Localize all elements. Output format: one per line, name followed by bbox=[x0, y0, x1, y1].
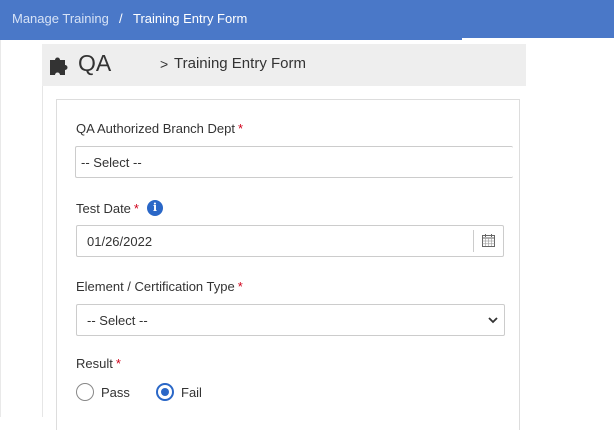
test-date-label: Test Date * bbox=[76, 201, 139, 216]
branch-dept-label: QA Authorized Branch Dept * bbox=[76, 121, 243, 136]
certification-type-selected-value: -- Select -- bbox=[87, 313, 148, 328]
required-marker: * bbox=[133, 201, 139, 216]
required-marker: * bbox=[237, 279, 243, 294]
branch-dept-selected-value: -- Select -- bbox=[81, 155, 142, 170]
required-marker: * bbox=[115, 356, 121, 371]
topbar-divider bbox=[462, 38, 614, 40]
certification-type-label-text: Element / Certification Type bbox=[76, 279, 235, 294]
header-separator: > bbox=[160, 56, 169, 72]
date-input-divider bbox=[473, 230, 474, 252]
breadcrumb-current-page: Training Entry Form bbox=[133, 11, 248, 26]
puzzle-icon bbox=[50, 57, 68, 75]
branch-dept-label-text: QA Authorized Branch Dept bbox=[76, 121, 235, 136]
test-date-label-text: Test Date bbox=[76, 201, 131, 216]
certification-type-label: Element / Certification Type * bbox=[76, 279, 243, 294]
required-marker: * bbox=[237, 121, 244, 136]
result-label-text: Result bbox=[76, 356, 113, 371]
chevron-down-icon bbox=[488, 317, 498, 324]
result-fail-label[interactable]: Fail bbox=[181, 385, 202, 400]
calendar-icon[interactable] bbox=[482, 234, 495, 247]
info-icon[interactable]: i bbox=[147, 200, 163, 216]
page-header: QA > Training Entry Form bbox=[42, 44, 526, 86]
test-date-input[interactable]: 01/26/2022 bbox=[76, 225, 504, 257]
page-subtitle: Training Entry Form bbox=[174, 55, 306, 72]
result-pass-radio[interactable] bbox=[76, 383, 94, 401]
branch-dept-select[interactable]: -- Select -- bbox=[75, 146, 513, 178]
top-navigation-bar: Manage Training / Training Entry Form bbox=[0, 0, 614, 40]
result-fail-radio[interactable] bbox=[156, 383, 174, 401]
page-title: QA bbox=[78, 50, 112, 76]
test-date-value: 01/26/2022 bbox=[87, 234, 153, 249]
result-label: Result * bbox=[76, 356, 121, 371]
breadcrumb-separator: / bbox=[119, 11, 123, 26]
page-left-border bbox=[0, 40, 1, 417]
certification-type-select[interactable]: -- Select -- bbox=[76, 304, 505, 336]
outer-panel-border bbox=[42, 86, 43, 417]
result-pass-label[interactable]: Pass bbox=[101, 385, 130, 400]
breadcrumb-manage-training-link[interactable]: Manage Training bbox=[12, 11, 109, 26]
